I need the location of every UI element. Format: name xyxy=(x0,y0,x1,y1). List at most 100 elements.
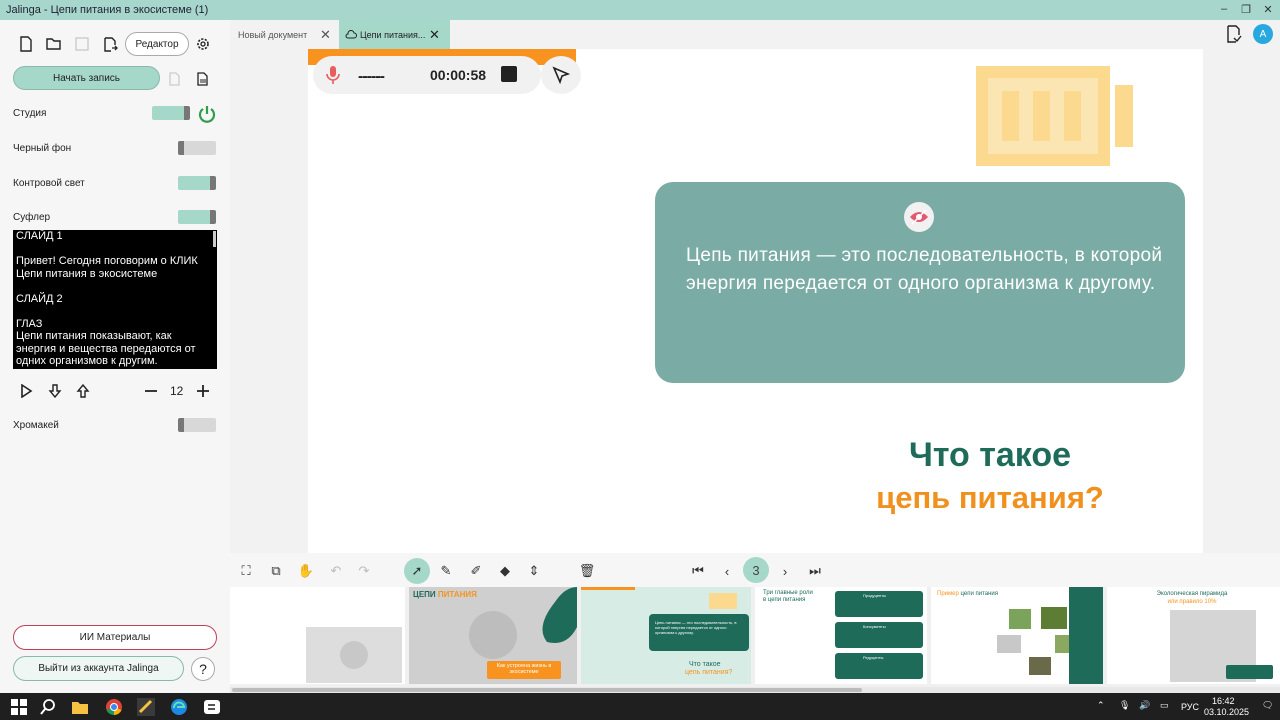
redo-button[interactable]: ↷ xyxy=(354,561,374,581)
play-icon xyxy=(469,611,517,659)
chromakey-toggle[interactable] xyxy=(178,418,216,432)
studio-label: Студия xyxy=(13,108,47,119)
close-tab-icon[interactable]: ✕ xyxy=(320,27,331,43)
studio-toggle[interactable] xyxy=(152,106,190,120)
jalinga-app-icon[interactable] xyxy=(137,698,155,716)
delete-button[interactable]: 🗑 xyxy=(577,561,597,581)
thumbnail-slide-1[interactable] xyxy=(230,587,405,684)
chrome-icon[interactable] xyxy=(105,698,123,716)
last-slide-button[interactable]: ⏭ xyxy=(805,561,825,581)
eye-icon xyxy=(904,202,934,232)
pen-tool-button[interactable]: ✎ xyxy=(436,561,456,581)
thumb-text: Цепь питания — это последовательность, в… xyxy=(649,614,749,651)
network-icon[interactable]: ▭ xyxy=(1160,700,1169,711)
prompter-scrollbar[interactable] xyxy=(213,231,216,247)
thumbnail-slide-3[interactable]: Цепь питания — это последовательность, в… xyxy=(581,587,751,684)
eraser-tool-button[interactable]: ◆ xyxy=(495,561,515,581)
chevron-up-icon[interactable]: ⌃ xyxy=(1097,700,1105,711)
record-file-button[interactable] xyxy=(164,68,186,90)
tab-food-chains[interactable]: Цепи питания... ✕ xyxy=(339,20,450,49)
prompter-text[interactable]: СЛАЙД 1 Привет! Сегодня поговорим о КЛИК… xyxy=(13,230,217,369)
editor-button[interactable]: Редактор xyxy=(125,32,189,56)
search-icon[interactable] xyxy=(39,698,57,716)
gear-icon xyxy=(197,38,209,50)
settings-button[interactable] xyxy=(192,33,214,55)
folder-open-icon xyxy=(46,38,61,50)
first-slide-button[interactable]: ⏮ xyxy=(688,561,708,581)
question-line-2: цепь питания? xyxy=(876,480,1104,515)
notifications-icon[interactable]: 🗨 xyxy=(1262,700,1273,711)
video-placeholder xyxy=(306,627,402,683)
pointer-mode-button[interactable] xyxy=(541,56,581,94)
document-button[interactable] xyxy=(192,68,214,90)
prompter-down-button[interactable] xyxy=(44,380,66,402)
thumbnail-slide-4[interactable]: Три главные роли в цепи питания Продуцент… xyxy=(755,587,927,684)
windows-start-icon[interactable] xyxy=(10,698,28,716)
thumbnail-slide-5[interactable]: Пример цепи питания xyxy=(931,587,1103,684)
thumbnail-slide-2[interactable]: ЦЕПИ ПИТАНИЯ Как устроена жизнь в экосис… xyxy=(409,587,577,684)
prompter-toggle[interactable] xyxy=(178,210,216,224)
logout-button[interactable]: Выйти из аккаунта Jalinga xyxy=(13,656,184,681)
external-window-button[interactable]: ⧉ xyxy=(266,561,286,581)
marker-tool-button[interactable]: ✐ xyxy=(466,561,486,581)
open-folder-button[interactable] xyxy=(43,33,65,55)
prompter-play-button[interactable] xyxy=(15,380,37,402)
file-explorer-icon[interactable] xyxy=(71,698,89,716)
tab-label: Цепи питания... xyxy=(360,29,426,40)
thumb-title: Три главные роли в цепи питания xyxy=(763,590,813,603)
font-size-value: 12 xyxy=(170,384,184,398)
select-tool-button[interactable]: ➚ xyxy=(404,558,430,584)
ai-materials-button[interactable]: ИИ Материалы xyxy=(13,625,217,650)
next-slide-button[interactable]: › xyxy=(775,561,795,581)
play-icon xyxy=(340,641,368,669)
thumb-title: ЦЕПИ ПИТАНИЯ xyxy=(413,590,477,599)
thumb-button: Как устроена жизнь в экосистеме xyxy=(487,661,561,679)
save-icon xyxy=(75,37,89,51)
edge-icon[interactable] xyxy=(170,698,188,716)
export-button[interactable] xyxy=(99,33,121,55)
stop-icon[interactable] xyxy=(501,66,517,82)
thumbnail-slide-6[interactable]: Экологическая пирамида или правило 10% xyxy=(1107,587,1280,684)
prev-slide-button[interactable]: ‹ xyxy=(717,561,737,581)
hand-tool-button[interactable]: ✋ xyxy=(296,561,316,581)
close-tab-icon[interactable]: ✕ xyxy=(429,27,440,43)
microphone-icon[interactable]: 🎙 xyxy=(1119,700,1130,711)
undo-button[interactable]: ↶ xyxy=(326,561,346,581)
prompter-up-button[interactable] xyxy=(72,380,94,402)
scrollbar-thumb[interactable] xyxy=(232,688,862,692)
volume-icon[interactable]: 🔊 xyxy=(1139,700,1150,711)
fullscreen-button[interactable]: ⛶ xyxy=(236,561,256,581)
definition-text: Цепь питания — это последовательность, в… xyxy=(686,245,1163,294)
terminal-icon[interactable] xyxy=(203,698,221,716)
last-icon: ⏭ xyxy=(809,563,821,578)
tab-new-document[interactable]: Новый документ ✕ xyxy=(238,20,338,49)
redo-icon: ↷ xyxy=(358,563,370,578)
language-indicator[interactable]: РУС xyxy=(1181,702,1199,712)
record-timer: 00:00:58 xyxy=(430,67,487,83)
doc-sync-icon[interactable] xyxy=(1226,25,1242,48)
black-bg-toggle[interactable] xyxy=(178,141,216,155)
spacing-tool-button[interactable]: ⇕ xyxy=(524,561,544,581)
first-icon: ⏮ xyxy=(692,563,704,578)
restore-button[interactable]: ❐ xyxy=(1239,3,1253,16)
chevron-left-icon: ‹ xyxy=(724,563,730,579)
help-button[interactable]: ? xyxy=(191,657,215,681)
font-decrease-button[interactable] xyxy=(140,380,162,402)
marker-icon: ✐ xyxy=(470,563,482,578)
minimize-button[interactable]: – xyxy=(1217,3,1231,15)
clock-time[interactable]: 16:42 xyxy=(1212,696,1235,706)
thumb-title: Экологическая пирамида или правило 10% xyxy=(1156,591,1228,605)
avatar[interactable]: А xyxy=(1253,24,1273,44)
save-button[interactable] xyxy=(71,33,93,55)
backlight-toggle[interactable] xyxy=(178,176,216,190)
prompter-line: Цепи питания в экосистеме xyxy=(16,267,158,280)
clock-date[interactable]: 03.10.2025 xyxy=(1204,707,1249,717)
plus-icon xyxy=(197,385,209,397)
prompter-line: ГЛАЗ xyxy=(16,317,43,330)
power-icon[interactable] xyxy=(197,104,217,129)
start-recording-button[interactable]: Начать запись xyxy=(13,66,160,90)
font-increase-button[interactable] xyxy=(192,380,214,402)
microphone-icon[interactable] xyxy=(325,65,341,85)
close-window-button[interactable]: ✕ xyxy=(1261,3,1275,16)
new-file-button[interactable] xyxy=(15,33,37,55)
